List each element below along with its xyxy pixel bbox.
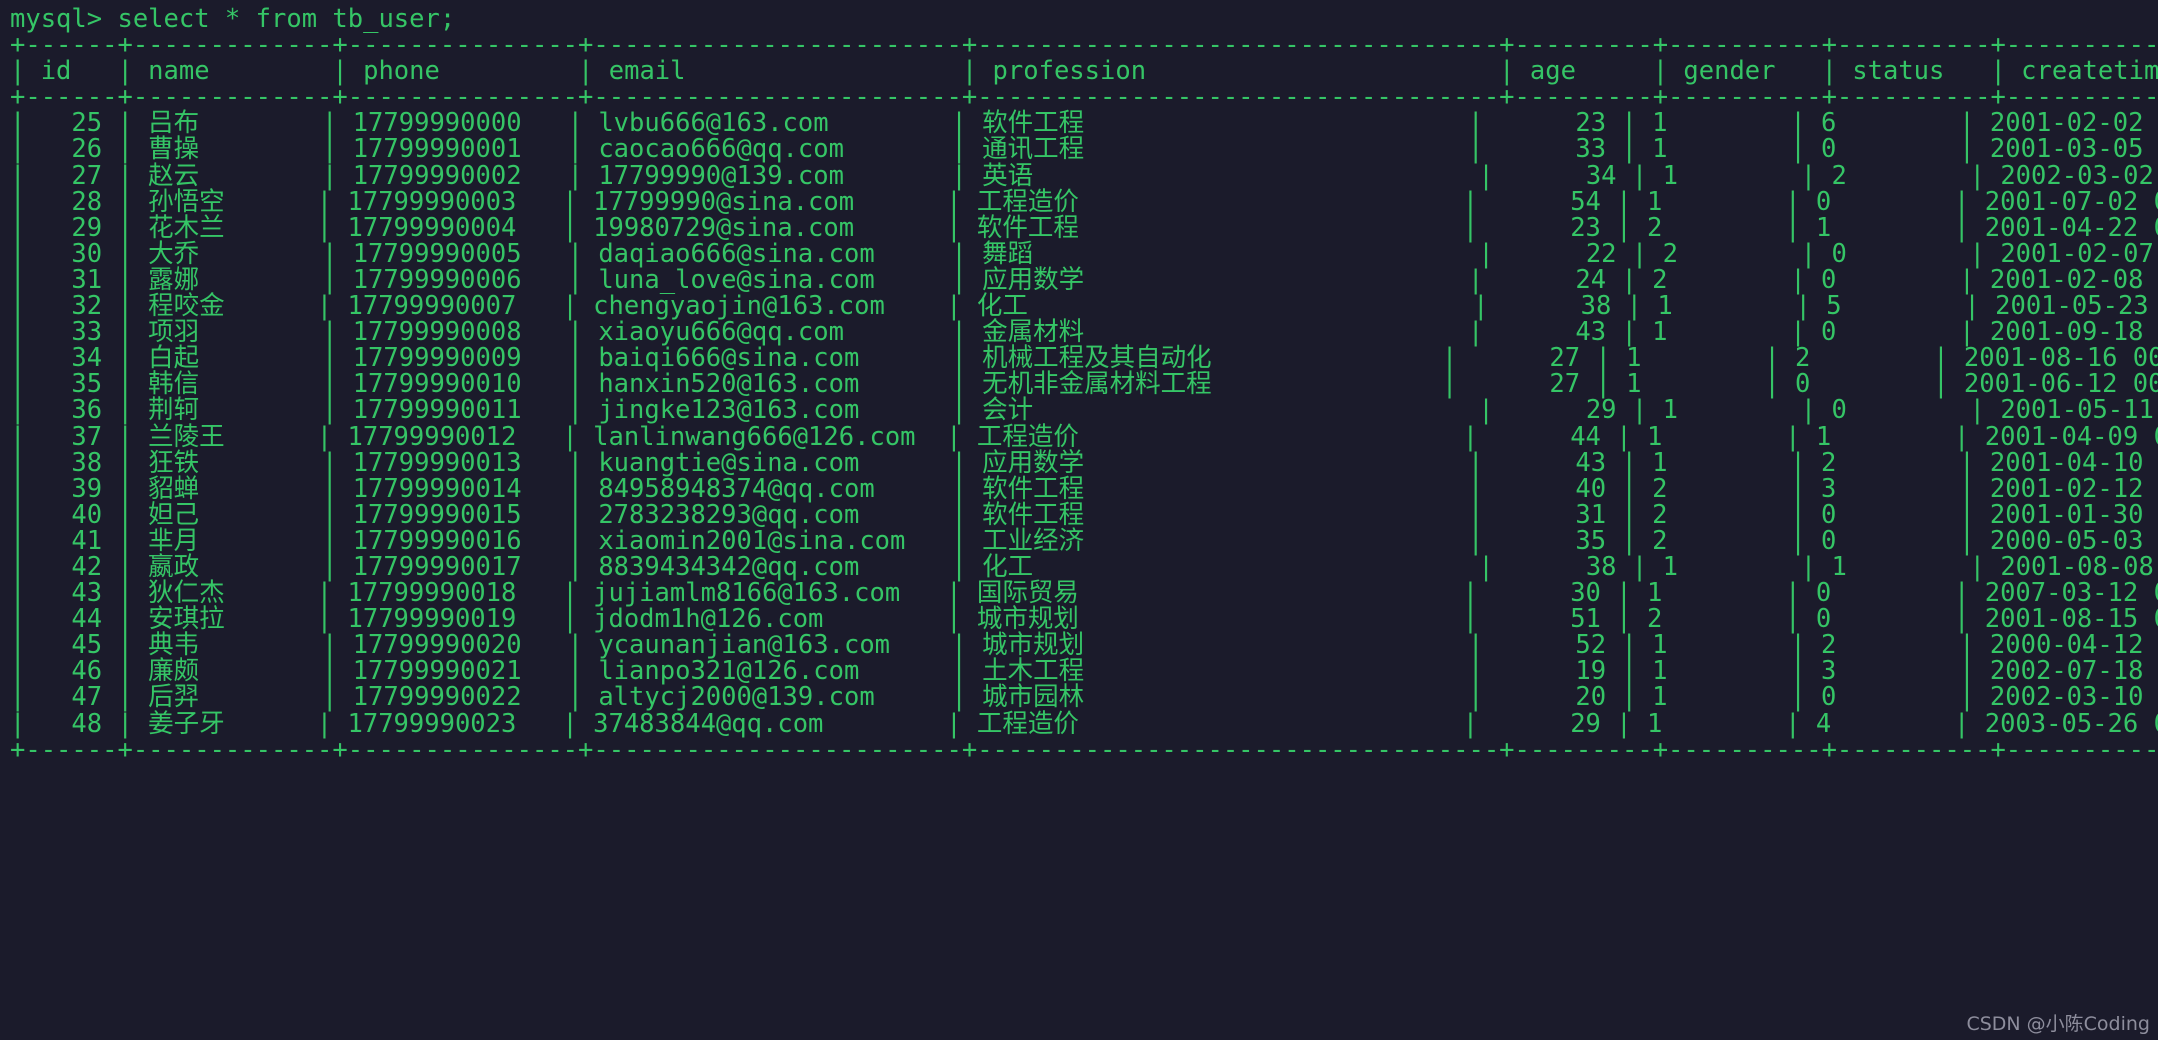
table-row: | 27 | 赵云 | 17799990002 | 17799990@139.c…	[10, 160, 2158, 191]
table-row: | 36 | 荆轲 | 17799990011 | jingke123@163.…	[10, 395, 2158, 426]
table-row: | 40 | 妲己 | 17799990015 | 2783238293@qq.…	[10, 499, 2158, 530]
table-row: | 37 | 兰陵王 | 17799990012 | lanlinwang666…	[10, 421, 2158, 452]
table-row: | 41 | 芈月 | 17799990016 | xiaomin2001@si…	[10, 525, 2158, 556]
terminal-output: mysql> select * from tb_user; +------+--…	[0, 0, 2158, 763]
table-row: | 34 | 白起 | 17799990009 | baiqi666@sina.…	[10, 343, 2158, 374]
table-row: | 28 | 孙悟空 | 17799990003 | 17799990@sina…	[10, 186, 2158, 217]
table-row: | 47 | 后羿 | 17799990022 | altycj2000@139…	[10, 682, 2158, 713]
table-row: | 48 | 姜子牙 | 17799990023 | 37483844@qq.c…	[10, 708, 2158, 739]
csdn-watermark: CSDN @小陈Coding	[1966, 1013, 2150, 1035]
table-row: | 35 | 韩信 | 17799990010 | hanxin520@163.…	[10, 369, 2158, 400]
table-row: | 44 | 安琪拉 | 17799990019 | jdodm1h@126.c…	[10, 604, 2158, 635]
table-row: | 45 | 典韦 | 17799990020 | ycaunanjian@16…	[10, 630, 2158, 661]
table-bottom-border: +------+-------------+---------------+--…	[10, 734, 2158, 765]
table-row: | 32 | 程咬金 | 17799990007 | chengyaojin@1…	[10, 291, 2158, 322]
table-row: | 31 | 露娜 | 17799990006 | luna_love@sina…	[10, 264, 2158, 295]
table-row: | 33 | 项羽 | 17799990008 | xiaoyu666@qq.c…	[10, 317, 2158, 348]
mysql-prompt-line: mysql> select * from tb_user;	[10, 4, 456, 34]
table-row: | 43 | 狄仁杰 | 17799990018 | jujiamlm8166@…	[10, 578, 2158, 609]
table-header-separator: +------+-------------+---------------+--…	[10, 82, 2158, 113]
table-row: | 42 | 嬴政 | 17799990017 | 8839434342@qq.…	[10, 551, 2158, 582]
table-header-row: | id | name | phone | email | profession…	[10, 56, 2158, 87]
terminal-window: mysql> select * from tb_user; +------+--…	[0, 0, 2158, 1040]
table-row: | 25 | 吕布 | 17799990000 | lvbu666@163.co…	[10, 108, 2158, 139]
table-row: | 46 | 廉颇 | 17799990021 | lianpo321@126.…	[10, 656, 2158, 687]
table-rows: | 25 | 吕布 | 17799990000 | lvbu666@163.co…	[10, 108, 2158, 739]
table-top-border: +------+-------------+---------------+--…	[10, 30, 2158, 61]
table-row: | 29 | 花木兰 | 17799990004 | 19980729@sina…	[10, 212, 2158, 243]
table-row: | 38 | 狂铁 | 17799990013 | kuangtie@sina.…	[10, 447, 2158, 478]
table-row: | 30 | 大乔 | 17799990005 | daqiao666@sina…	[10, 238, 2158, 269]
table-row: | 39 | 貂蝉 | 17799990014 | 84958948374@qq…	[10, 473, 2158, 504]
table-row: | 26 | 曹操 | 17799990001 | caocao666@qq.c…	[10, 134, 2158, 165]
